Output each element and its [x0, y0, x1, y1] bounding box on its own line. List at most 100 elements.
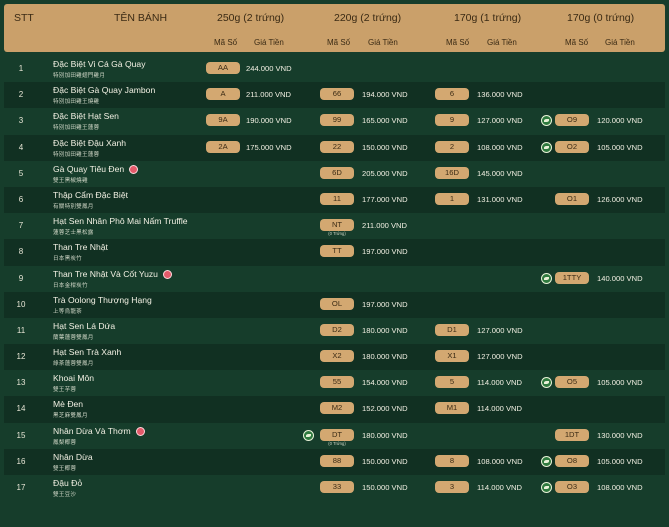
product-code: 8	[435, 454, 469, 467]
product-name: Đậu Đỏ	[53, 478, 82, 488]
product-name-text: Than Tre Nhật	[53, 242, 108, 253]
product-price: 108.000 VND	[477, 142, 523, 152]
table-row: 14 Mè Đen 黑芝麻雙鳳月 M2 152.000 VND M1 114.000 VND	[4, 396, 665, 423]
product-name-chinese: 黑芝麻雙鳳月	[53, 413, 88, 420]
product-code: AA	[206, 62, 240, 74]
product-name-text: Hạt Sen Lá Dứa	[53, 320, 116, 331]
product-name: Đặc Biệt Vi Cá Gà Quay	[53, 59, 146, 69]
product-price: 108.000 VND	[477, 456, 523, 466]
product-name-chinese: 雙王豆沙	[53, 492, 77, 498]
product-name-text: Mè Đen	[53, 399, 84, 410]
product-price: 190.000 VND	[246, 116, 292, 126]
product-name: Nhân Dừa Và Thơm	[53, 426, 145, 436]
product-name-chinese: 特別加田雞王蓮蓉	[53, 125, 100, 132]
product-name: Mè Đen	[53, 399, 83, 409]
product-code: 6D	[320, 166, 354, 179]
product-code: 16D	[435, 166, 469, 179]
product-code: O8	[555, 454, 589, 467]
product-code: O5	[555, 376, 589, 389]
product-price: 108.000 VND	[597, 483, 643, 492]
product-name-chinese: 蓮蓉芝士黑松露	[53, 230, 94, 237]
product-price: 114.000 VND	[477, 404, 523, 414]
row-number: 2	[18, 90, 24, 100]
product-code: 33	[320, 481, 354, 493]
product-name: Hạt Sen Nhân Phô Mai Nấm Truffle	[53, 216, 188, 226]
product-name-chinese: 日本金柑炭竹	[53, 282, 88, 289]
table-row: 15 Nhân Dừa Và Thơm 鳳梨椰蓉 DT (0 Trứng) 180.000…	[4, 423, 665, 449]
product-price: 150.000 VND	[362, 456, 408, 466]
product-name-text: Nhân Dừa	[53, 451, 93, 462]
new-badge-icon	[135, 426, 145, 436]
product-code: 3	[435, 481, 469, 493]
product-name-text: Đậu Đỏ	[53, 478, 83, 488]
row-number: 11	[16, 325, 26, 335]
product-code: 1DT	[555, 428, 589, 441]
product-name-text: Đặc Biệt Hạt Sen	[53, 111, 119, 122]
product-code: 55	[320, 376, 354, 389]
product-code: 2A	[206, 140, 240, 153]
product-price: 175.000 VND	[246, 142, 292, 152]
table-row: 10 Trà Oolong Thượng Hạng 上等烏龍茶 OL 197.000 V…	[4, 291, 665, 318]
product-price: 130.000 VND	[597, 430, 643, 440]
product-price: 136.000 VND	[477, 90, 523, 100]
product-name-text: Gà Quay Tiêu Đen	[53, 163, 125, 174]
product-price: 194.000 VND	[362, 90, 408, 100]
new-badge-icon	[129, 164, 139, 174]
product-name: Đặc Biệt Đậu Xanh	[53, 138, 126, 148]
row-number: 5	[18, 168, 24, 178]
table-header: STT TÊN BÁNH 250g (2 trứng) 220g (2 trứn…	[4, 4, 665, 52]
product-price: 105.000 VND	[597, 456, 643, 466]
row-number: 1	[18, 64, 24, 73]
table-row: 2 Đặc Biệt Gà Quay Jambon 特別加田雞王燒雞 A 211.000…	[4, 82, 665, 109]
vegetarian-leaf-icon	[541, 141, 552, 153]
product-code: D2	[320, 323, 354, 336]
product-code: 9	[435, 114, 469, 127]
product-price: 105.000 VND	[597, 142, 643, 152]
product-name-chinese: 日本黑炭竹	[53, 256, 82, 263]
product-name-chinese: 特別加田雞翅門雞月	[53, 73, 106, 79]
product-code: 22	[320, 140, 354, 153]
vegetarian-leaf-icon	[541, 482, 552, 493]
product-price: 150.000 VND	[362, 142, 408, 152]
product-price: 165.000 VND	[362, 116, 408, 126]
product-code: X2	[320, 350, 354, 363]
product-price: 150.000 VND	[362, 483, 408, 492]
row-number: 3	[18, 116, 24, 126]
col-stt-header: STT	[14, 12, 34, 24]
table-row: 12 Hạt Sen Trà Xanh 綠茶蓮蓉雙鳳月 X2 180.000 VND X1…	[4, 344, 665, 371]
product-price: 197.000 VND	[362, 247, 408, 257]
table-row: 1 Đặc Biệt Vi Cá Gà Quay 特別加田雞翅門雞月 AA 244.00…	[4, 56, 665, 82]
product-name-text: Hạt Sen Trà Xanh	[53, 347, 122, 358]
product-name-chinese: 雙王芋蓉	[53, 387, 77, 394]
vegetarian-leaf-icon	[303, 429, 314, 441]
product-name: Thập Cẩm Đặc Biệt	[53, 190, 128, 200]
product-code: 11	[320, 192, 354, 205]
vegetarian-leaf-icon	[541, 377, 552, 389]
product-price: 211.000 VND	[362, 221, 408, 231]
product-name-text: Đặc Biệt Đậu Xanh	[53, 137, 127, 148]
product-price: 127.000 VND	[477, 325, 523, 335]
product-price: 114.000 VND	[477, 378, 523, 388]
group-header-170g-1: 170g (1 trứng)	[454, 12, 522, 24]
product-name-text: Khoai Môn	[53, 373, 95, 384]
product-name: Gà Quay Tiêu Đen	[53, 163, 139, 174]
product-name: Khoai Môn	[53, 373, 94, 383]
product-price: 244.000 VND	[246, 64, 292, 73]
product-name-chinese: 特別加田雞王燒雞	[53, 99, 100, 106]
table-row: 5 Gà Quay Tiêu Đen 雙王黑椒燒雞 6D 205.000 VND 16D 1…	[4, 161, 665, 187]
product-price: 154.000 VND	[362, 378, 408, 388]
row-number: 10	[16, 299, 26, 309]
new-badge-icon	[162, 269, 172, 279]
table-row: 16 Nhân Dừa 雙王椰蓉 88 150.000 VND 8 108.000 VND O…	[4, 448, 665, 475]
product-name: Trà Oolong Thượng Hạng	[53, 295, 152, 305]
product-name: Hạt Sen Lá Dứa	[53, 321, 115, 331]
product-price: 127.000 VND	[477, 116, 523, 126]
product-code: M1	[435, 402, 469, 415]
product-price: 152.000 VND	[362, 404, 408, 414]
table-row: 13 Khoai Môn 雙王芋蓉 55 154.000 VND 5 114.000 VND…	[4, 370, 665, 396]
row-number: 17	[16, 483, 26, 492]
product-name: Nhân Dừa	[53, 452, 93, 462]
product-price: 197.000 VND	[362, 299, 408, 309]
table-row: 11 Hạt Sen Lá Dứa 蘭葉蓮蓉雙鳳月 D2 180.000 VND D1 12…	[4, 318, 665, 344]
product-code: DT	[320, 428, 354, 441]
